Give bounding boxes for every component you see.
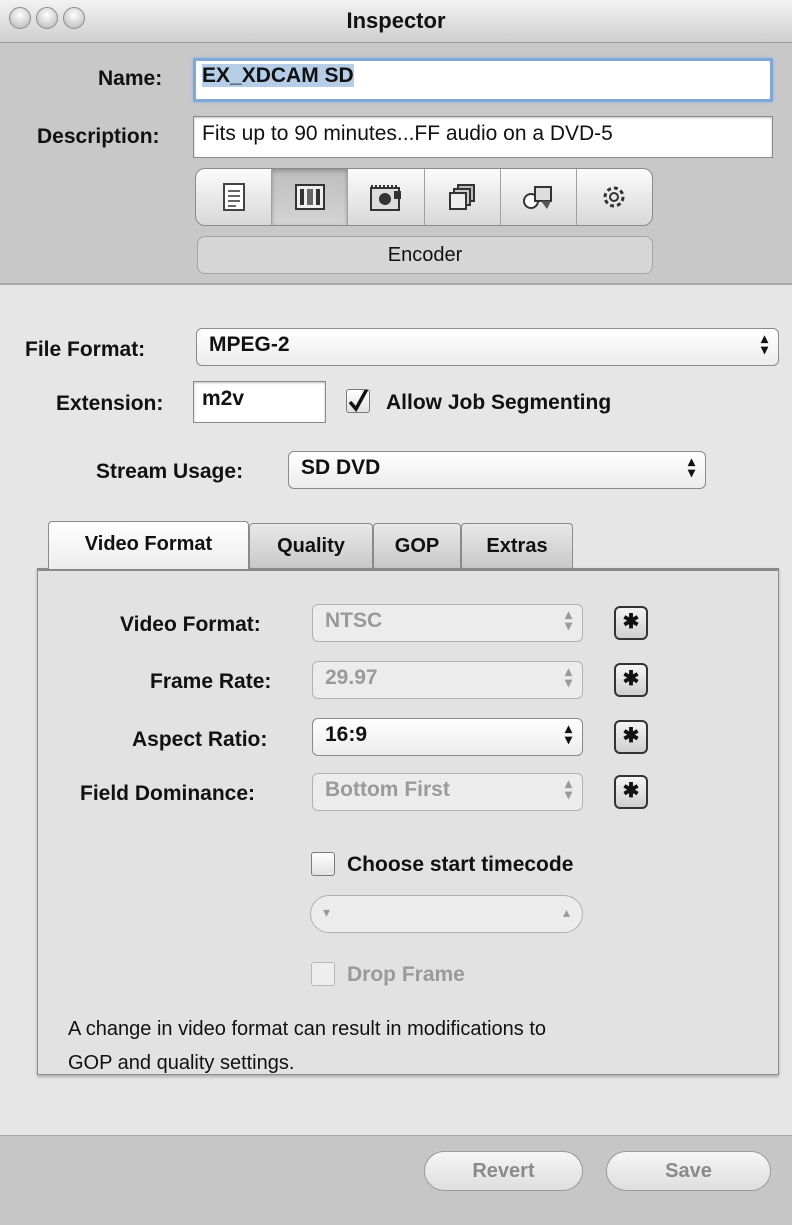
field-dominance-value: Bottom First [325, 778, 450, 801]
frame-rate-gear-button[interactable]: ✱ [614, 663, 648, 697]
extension-label: Extension: [56, 392, 164, 415]
popup-arrows-icon: ▴ ▾ [760, 330, 768, 357]
popup-arrows-icon: ▴ ▾ [564, 775, 572, 802]
decrement-arrow-icon: ▾ [323, 904, 331, 920]
tab-extras[interactable]: Extras [461, 523, 573, 569]
video-format-note: A change in video format can result in m… [68, 1012, 546, 1080]
encoder-pane-button[interactable] [272, 169, 349, 225]
stream-usage-label: Stream Usage: [96, 460, 244, 483]
aspect-ratio-value: 16:9 [325, 723, 368, 746]
aspect-ratio-label: Aspect Ratio: [132, 728, 268, 751]
field-dominance-gear-button[interactable]: ✱ [614, 775, 648, 809]
actions-pane-button[interactable] [577, 169, 652, 225]
tab-extras-label: Extras [486, 535, 548, 557]
file-format-label: File Format: [25, 338, 146, 361]
tab-video-format-label: Video Format [84, 533, 213, 555]
frame-rate-value: 29.97 [325, 666, 378, 689]
description-field[interactable]: Fits up to 90 minutes...FF audio on a DV… [193, 116, 773, 158]
tab-video-format[interactable]: Video Format [48, 521, 249, 569]
name-value: EX_XDCAM SD [202, 64, 354, 87]
checkmark-icon [348, 386, 370, 413]
summary-pane-button[interactable] [196, 169, 273, 225]
video-format-gear-button[interactable]: ✱ [614, 606, 648, 640]
video-format-tab-panel [37, 568, 779, 1075]
stream-usage-value: SD DVD [301, 456, 381, 479]
tab-gop[interactable]: GOP [373, 523, 461, 569]
description-value: Fits up to 90 minutes...FF audio on a DV… [202, 122, 613, 145]
popup-arrows-icon: ▴ ▾ [564, 720, 572, 747]
note-line: A change in video format can result in m… [68, 1018, 547, 1040]
aspect-ratio-gear-button[interactable]: ✱ [614, 720, 648, 754]
summary-icon [222, 183, 245, 211]
inspector-pane-selector [195, 168, 653, 226]
file-format-value: MPEG-2 [209, 333, 290, 356]
increment-arrow-icon: ▴ [562, 904, 570, 920]
note-line: GOP and quality settings. [68, 1052, 295, 1074]
extension-value: m2v [202, 387, 245, 410]
actions-icon [603, 186, 625, 208]
frame-rate-popup[interactable]: 29.97 ▴ ▾ [312, 661, 583, 699]
name-label: Name: [98, 67, 163, 90]
allow-job-segmenting-checkbox[interactable] [346, 386, 370, 413]
encoder-icon [294, 184, 325, 210]
popup-arrows-icon: ▴ ▾ [687, 453, 695, 480]
description-label: Description: [37, 125, 160, 148]
allow-job-segmenting-label: Allow Job Segmenting [386, 391, 612, 414]
name-field[interactable]: EX_XDCAM SD [193, 58, 773, 102]
tab-gop-label: GOP [394, 535, 440, 557]
gear-icon: ✱ [622, 725, 640, 747]
geometry-pane-button[interactable] [501, 169, 577, 225]
stream-usage-popup[interactable]: SD DVD ▴ ▾ [288, 451, 706, 489]
popup-arrows-icon: ▴ ▾ [564, 663, 572, 690]
frame-controls-icon [369, 185, 401, 211]
tab-quality[interactable]: Quality [249, 523, 373, 569]
field-dominance-label: Field Dominance: [80, 782, 256, 805]
drop-frame-checkbox[interactable] [311, 962, 335, 986]
frame-rate-label: Frame Rate: [150, 670, 272, 693]
video-format-value: NTSC [325, 609, 383, 632]
start-timecode-stepper[interactable]: ▾ ▴ [310, 895, 583, 933]
frame-controls-pane-button[interactable] [348, 169, 425, 225]
gear-icon: ✱ [622, 611, 640, 633]
extension-field[interactable]: m2v [193, 381, 326, 423]
filters-pane-button[interactable] [425, 169, 501, 225]
gear-icon: ✱ [622, 780, 640, 802]
choose-start-timecode-checkbox[interactable] [311, 852, 335, 876]
aspect-ratio-popup[interactable]: 16:9 ▴ ▾ [312, 718, 583, 756]
title-bar[interactable]: Inspector [0, 0, 792, 43]
active-pane-label: Encoder [197, 236, 653, 274]
geometry-icon [523, 186, 553, 209]
video-format-label: Video Format: [120, 613, 261, 636]
gear-icon: ✱ [622, 668, 640, 690]
video-format-popup[interactable]: NTSC ▴ ▾ [312, 604, 583, 642]
file-format-popup[interactable]: MPEG-2 ▴ ▾ [196, 328, 779, 366]
field-dominance-popup[interactable]: Bottom First ▴ ▾ [312, 773, 583, 811]
save-button[interactable]: Save [606, 1151, 771, 1191]
tab-quality-label: Quality [277, 535, 345, 557]
window-title: Inspector [346, 8, 446, 33]
filters-icon [449, 184, 476, 210]
choose-start-timecode-label: Choose start timecode [347, 853, 574, 876]
revert-button[interactable]: Revert [424, 1151, 583, 1191]
popup-arrows-icon: ▴ ▾ [564, 606, 572, 633]
drop-frame-label: Drop Frame [347, 963, 465, 986]
